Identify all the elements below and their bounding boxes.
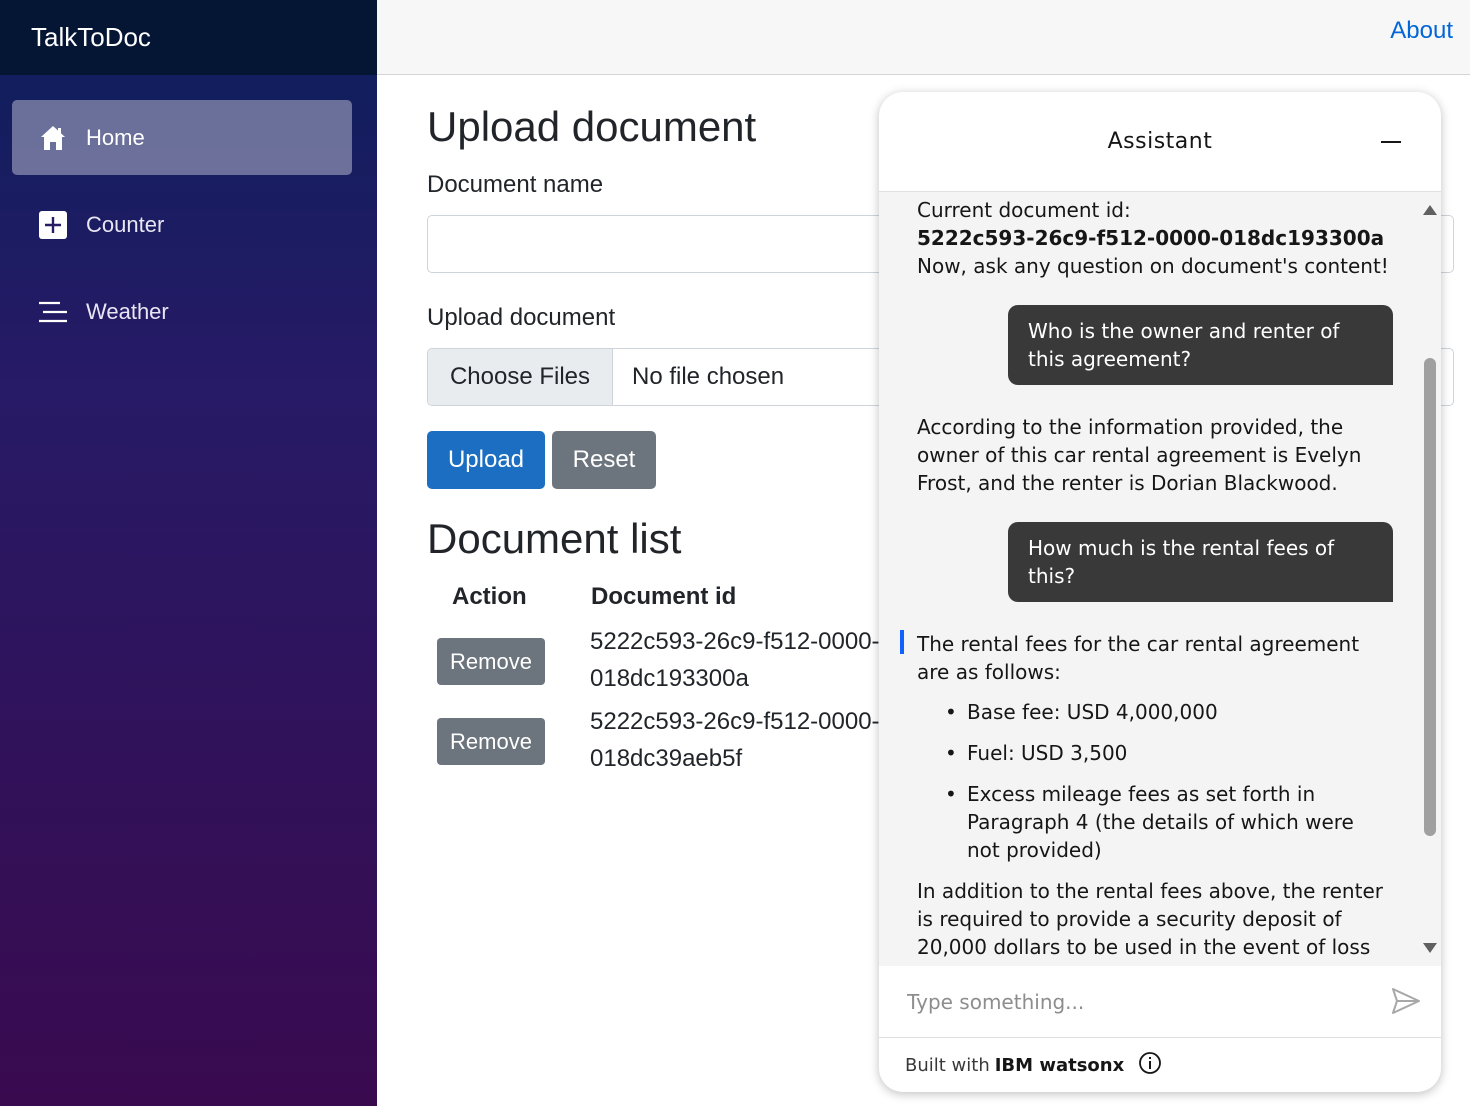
document-list-title: Document list (427, 515, 682, 562)
document-id-line: 018dc193300a (590, 665, 749, 692)
latest-response-indicator (900, 630, 904, 654)
list-item: Base fee: USD 4,000,000 (917, 698, 1392, 726)
footer-prefix: Built with (905, 1055, 990, 1076)
page-title: Upload document (427, 103, 757, 150)
upload-document-label: Upload document (427, 304, 616, 331)
bot-message-text: The rental fees for the car rental agree… (917, 632, 1360, 684)
no-file-text: No file chosen (632, 363, 785, 390)
scroll-down-icon[interactable] (1423, 943, 1437, 953)
plus-square-icon (38, 210, 68, 240)
sidebar-nav: Home Counter Weather (0, 75, 377, 349)
chat-input[interactable] (907, 989, 1357, 1014)
assistant-header: Assistant (879, 92, 1441, 192)
sidebar-item-weather[interactable]: Weather (12, 274, 352, 349)
document-id-line: 5222c593-26c9-f512-0000- (590, 628, 880, 655)
scroll-thumb[interactable] (1424, 358, 1436, 836)
info-icon[interactable] (1138, 1051, 1162, 1080)
list-item: Excess mileage fees as set forth in Para… (917, 780, 1392, 864)
message-composer (879, 966, 1441, 1038)
top-row: About (377, 0, 1470, 75)
column-header-action: Action (452, 583, 527, 610)
scrollbar[interactable] (1418, 192, 1441, 966)
sidebar-item-home[interactable]: Home (12, 100, 352, 175)
brand-bar: TalkToDoc (0, 0, 377, 75)
choose-files-button[interactable]: Choose Files (428, 349, 613, 405)
assistant-panel: Assistant Current document id: 5222c593-… (879, 92, 1441, 1092)
document-name-label: Document name (427, 171, 604, 198)
minimize-icon[interactable] (1381, 141, 1401, 143)
sidebar-item-label: Home (86, 124, 145, 150)
brand-link[interactable]: TalkToDoc (31, 22, 151, 53)
sidebar-item-label: Counter (86, 211, 165, 237)
user-message: How much is the rental fees of this? (1008, 522, 1393, 602)
bot-message-text: In addition to the rental fees above, th… (917, 879, 1383, 966)
document-id-line: 5222c593-26c9-f512-0000- (590, 708, 880, 735)
home-icon (38, 123, 68, 153)
bot-message: According to the information provided, t… (917, 415, 1362, 495)
intro-text: Current document id: (917, 198, 1131, 222)
sidebar-item-label: Weather (86, 298, 169, 324)
send-icon[interactable] (1391, 986, 1421, 1021)
assistant-footer: Built with IBM watsonx (879, 1039, 1441, 1092)
document-id-line: 018dc39aeb5f (590, 745, 743, 772)
bot-message: The rental fees for the car rental agree… (917, 630, 1392, 966)
sidebar-item-counter[interactable]: Counter (12, 187, 352, 262)
list-item: Fuel: USD 3,500 (917, 739, 1392, 767)
assistant-title: Assistant (1107, 129, 1213, 154)
user-message: Who is the owner and renter of this agre… (1008, 305, 1393, 385)
sidebar: TalkToDoc Home Counter Weather (0, 0, 377, 1106)
scroll-up-icon[interactable] (1423, 205, 1437, 215)
list-icon (38, 297, 68, 327)
footer-brand: IBM watsonx (994, 1055, 1125, 1076)
remove-button[interactable]: Remove (437, 638, 545, 685)
document-id-cell: 5222c593-26c9-f512-0000- 018dc39aeb5f (590, 703, 890, 777)
current-document-id: 5222c593-26c9-f512-0000-018dc193300a (917, 226, 1385, 250)
intro-message: Current document id: 5222c593-26c9-f512-… (917, 196, 1392, 280)
message-list[interactable]: Current document id: 5222c593-26c9-f512-… (879, 192, 1418, 966)
upload-button[interactable]: Upload (427, 431, 545, 489)
column-header-document-id: Document id (591, 583, 737, 610)
intro-text: Now, ask any question on document's cont… (917, 254, 1389, 278)
document-id-cell: 5222c593-26c9-f512-0000- 018dc193300a (590, 623, 890, 697)
remove-button[interactable]: Remove (437, 718, 545, 765)
reset-button[interactable]: Reset (552, 431, 656, 489)
about-link[interactable]: About (1390, 17, 1453, 45)
bullet-list: Base fee: USD 4,000,000 Fuel: USD 3,500 … (917, 698, 1392, 864)
